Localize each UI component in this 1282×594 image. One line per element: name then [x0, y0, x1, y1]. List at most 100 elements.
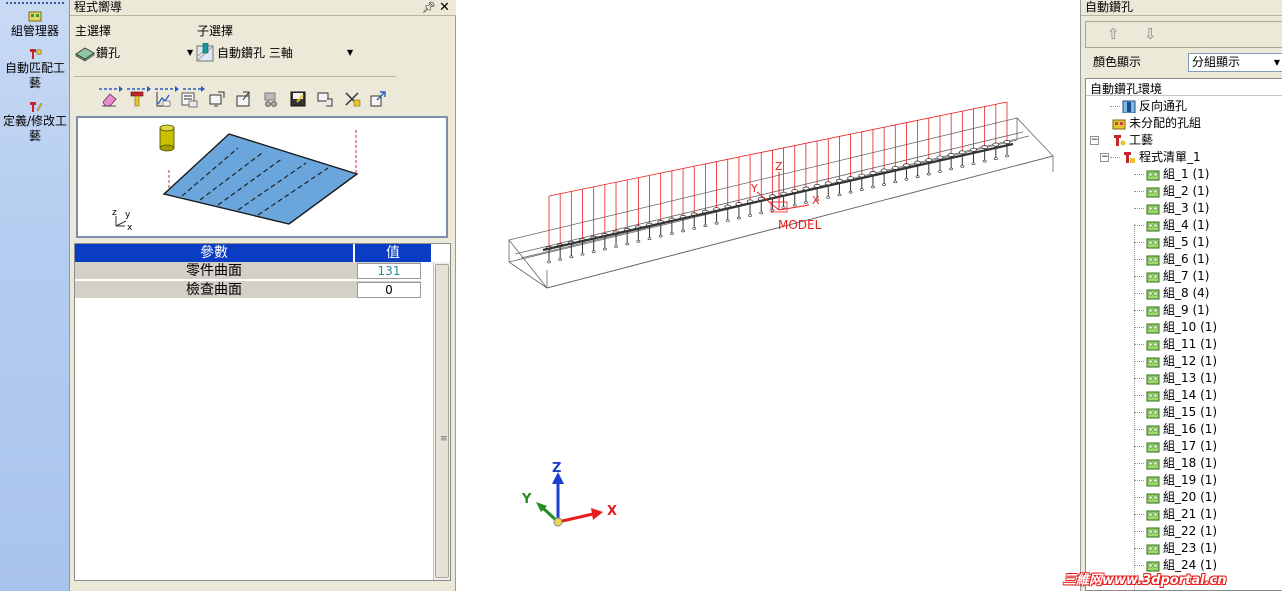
tree-connector — [1134, 548, 1144, 549]
tree-connector — [1134, 208, 1144, 209]
group-icon — [1146, 442, 1160, 453]
machine-icon[interactable] — [262, 90, 280, 108]
param-value[interactable]: 131 — [357, 263, 421, 279]
tree-item-label: 組_1 (1) — [1163, 167, 1210, 181]
tree-header-divider — [1086, 79, 1282, 96]
params-scrollbar[interactable]: ≡ — [433, 262, 450, 580]
arrow-up-icon[interactable]: ⇧ — [1107, 25, 1120, 43]
preview-axis-z: z — [112, 208, 117, 218]
model-axis-y-label: Y — [750, 182, 758, 195]
tree-item-label: 組_6 (1) — [1163, 252, 1210, 266]
tree-item-label: 組_8 (4) — [1163, 286, 1210, 300]
group-icon — [1146, 272, 1160, 283]
sub-select-label: 子選擇 — [197, 24, 234, 38]
site-watermark: 三維网www.3dportal.cn — [1063, 573, 1227, 588]
tree-item-label: 程式清單_1 — [1139, 150, 1201, 164]
tree-connector — [1134, 378, 1144, 379]
triad-z-label: Z — [552, 461, 561, 476]
param-row[interactable]: 檢查曲面 0 — [75, 281, 421, 299]
tree-collapse-toggle[interactable]: − — [1090, 136, 1099, 145]
export-icon[interactable] — [235, 90, 253, 108]
tree-item-label: 組_15 (1) — [1163, 405, 1218, 419]
3d-viewport[interactable]: Z Y X MODEL Z Y X — [457, 0, 1080, 591]
model-view[interactable]: Z Y X MODEL Z Y X — [457, 0, 1080, 591]
tree-connector — [1134, 242, 1144, 243]
define-process-label: 定義/修改工藝 — [2, 114, 68, 143]
triad-x-label: X — [607, 504, 617, 519]
monitor-icon[interactable] — [208, 90, 226, 108]
resize-icon[interactable] — [369, 90, 387, 108]
tree-connector — [1134, 429, 1144, 430]
arrow-down-icon[interactable]: ⇩ — [1144, 25, 1157, 43]
tree-item-label: 組_16 (1) — [1163, 422, 1218, 436]
preview-axis-triad: z y x — [112, 208, 133, 233]
group-icon — [1146, 408, 1160, 419]
auto-drill-3axis-icon — [196, 43, 214, 62]
save-icon[interactable] — [289, 90, 307, 108]
group-manager-label: 組管理器 — [10, 24, 59, 38]
divider — [74, 76, 396, 77]
group-manager-button[interactable]: 組管理器 — [0, 10, 70, 39]
reverse-hole-icon — [1122, 100, 1136, 113]
wizard-title: 程式嚮導 — [74, 0, 123, 14]
tree-item-label: 組_4 (1) — [1163, 218, 1210, 232]
tree-connector — [1134, 531, 1144, 532]
param-value[interactable]: 0 — [357, 282, 421, 298]
sub-select-dropdown[interactable]: 自動鑽孔 三軸 ▼ — [195, 42, 355, 64]
tree-connector — [1134, 565, 1144, 566]
scrollbar-thumb[interactable]: ≡ — [435, 264, 449, 578]
define-process-button[interactable]: 定義/修改工藝 — [0, 101, 70, 144]
tree-connector — [1134, 310, 1144, 311]
group-icon — [1146, 170, 1160, 181]
param-name: 檢查曲面 — [186, 282, 242, 298]
drill-icon — [75, 47, 95, 62]
color-display-value: 分組顯示 — [1192, 55, 1241, 69]
tree-collapse-toggle[interactable]: − — [1100, 153, 1109, 162]
preview-axis-x: x — [127, 223, 133, 233]
group-icon — [1146, 391, 1160, 402]
group-icon — [1146, 493, 1160, 504]
tree-connector — [1110, 106, 1120, 107]
auto-drill-tree[interactable]: 自動鑽孔環境 反向通孔 未分配的孔組 工藝 − 程式清單_1− 組_1 (1) 組_2 (1)… — [1085, 78, 1282, 591]
tree-item-label: 未分配的孔組 — [1129, 116, 1202, 130]
auto-drill-panel: 自動鑽孔 ⇧ ⇩ 顏色顯示 分組顯示 ▼ 自動鑽孔環境 反向通孔 未分配的孔組 工藝 −… — [1080, 0, 1282, 591]
graph-icon[interactable] — [154, 90, 172, 108]
tree-item-label: 工藝 — [1129, 133, 1154, 147]
group-manager-icon — [28, 11, 42, 22]
tree-item-label: 組_20 (1) — [1163, 490, 1218, 504]
view-axis-triad[interactable]: Z Y X — [521, 461, 617, 527]
tree-connector — [1134, 327, 1144, 328]
process-icon — [1114, 135, 1126, 146]
hole-marker — [970, 147, 977, 166]
drill-tool-icon — [159, 124, 175, 152]
hammer-icon[interactable] — [128, 90, 146, 108]
group-icon — [1146, 323, 1160, 334]
program-wizard-panel: 程式嚮導 📌︎ ✕ 主選擇 鑽孔 ▼ 子選擇 自動鑽孔 三軸 ▼ z y x 參… — [70, 0, 456, 591]
param-header[interactable]: 參數 — [75, 244, 353, 262]
pin-icon[interactable]: 📌︎ — [422, 0, 436, 15]
scrollbar-grip-icon: ≡ — [440, 434, 448, 444]
close-icon[interactable]: ✕ — [439, 0, 450, 15]
group-icon — [1146, 187, 1160, 198]
left-toolbar: 組管理器 自動匹配工藝 定義/修改工藝 — [0, 0, 70, 591]
auto-match-process-button[interactable]: 自動匹配工藝 — [0, 48, 70, 91]
program-icon — [1124, 152, 1135, 163]
param-row[interactable]: 零件曲面 131 — [75, 262, 421, 280]
eraser-icon[interactable] — [100, 90, 118, 108]
group-icon — [1146, 306, 1160, 317]
main-select-dropdown[interactable]: 鑽孔 ▼ — [74, 42, 194, 64]
group-icon — [1146, 476, 1160, 487]
list-icon[interactable] — [180, 90, 198, 108]
toolbar-grip[interactable] — [6, 2, 64, 4]
preview-diagram: z y x — [112, 124, 359, 233]
hole-marker — [958, 150, 966, 168]
value-header[interactable]: 值 — [355, 244, 431, 262]
group-icon — [1146, 340, 1160, 351]
tree-connector — [1134, 344, 1144, 345]
tree-connector — [1134, 293, 1144, 294]
tree-item-label: 組_17 (1) — [1163, 439, 1218, 453]
color-display-select[interactable]: 分組顯示 ▼ — [1188, 53, 1282, 72]
tools-icon[interactable] — [343, 90, 361, 108]
chevron-down-icon: ▼ — [1273, 58, 1280, 67]
move-icon[interactable] — [316, 90, 334, 108]
